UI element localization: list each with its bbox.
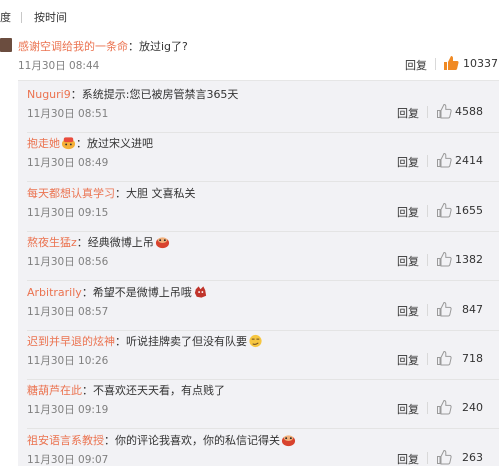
reply-item: Nuguri9：系统提示:您已被房管禁言365天 11月30日 08:51 回复 45… bbox=[18, 81, 499, 133]
reply-item: 熬夜生猛z：经典微博上吊 11月30日 08:56 回复 1382 bbox=[18, 229, 499, 282]
reply-time: 11月30日 08:49 bbox=[27, 157, 109, 170]
like-icon[interactable] bbox=[436, 202, 452, 218]
action-divider bbox=[427, 303, 428, 316]
reply-time: 11月30日 10:26 bbox=[27, 355, 109, 367]
action-divider bbox=[435, 58, 436, 70]
like-icon[interactable] bbox=[436, 152, 452, 168]
main-comment-time: 11月30日 08:44 bbox=[18, 60, 100, 72]
reply-username[interactable]: Arbitrarily bbox=[27, 286, 82, 299]
action-divider bbox=[427, 402, 428, 415]
reply-line: 祖安语言系教授：你的评论我喜欢，你的私信记得关 bbox=[27, 432, 296, 448]
main-reply-button[interactable]: 回复 bbox=[405, 57, 427, 73]
sort-bar: 度 按时间 bbox=[0, 8, 67, 26]
reply-time: 11月30日 08:56 bbox=[27, 256, 109, 269]
reply-username[interactable]: 抱走她 bbox=[27, 137, 60, 150]
action-divider bbox=[427, 106, 428, 118]
action-divider bbox=[427, 353, 428, 365]
reply-line: Nuguri9：系统提示:您已被房管禁言365天 bbox=[27, 86, 238, 102]
action-divider bbox=[427, 451, 428, 464]
reply-username[interactable]: 熬夜生猛z bbox=[27, 236, 77, 249]
reply-like-count: 240 bbox=[462, 401, 483, 415]
avatar[interactable] bbox=[0, 38, 12, 52]
reply-item: 祖安语言系教授：你的评论我喜欢，你的私信记得关 11月30日 09:07 回复 263 bbox=[18, 427, 499, 466]
reply-button[interactable]: 回复 bbox=[397, 401, 419, 417]
reply-like-count: 263 bbox=[462, 450, 483, 464]
doge-red-icon bbox=[281, 435, 296, 446]
reply-text: ：听说挂牌卖了但没有队要 bbox=[115, 335, 247, 348]
like-icon[interactable] bbox=[436, 350, 452, 366]
reply-line: 迟到并早退的炫神：听说挂牌卖了但没有队要 bbox=[27, 333, 263, 349]
reply-button[interactable]: 回复 bbox=[397, 253, 419, 269]
reply-button[interactable]: 回复 bbox=[397, 154, 419, 170]
reply-username[interactable]: 迟到并早退的炫神 bbox=[27, 335, 115, 348]
reply-like-count: 847 bbox=[462, 302, 483, 316]
reply-item: 每天都想认真学习：大胆 文喜私关 11月30日 09:15 回复 1655 bbox=[18, 180, 499, 232]
sort-by-time-tab[interactable]: 按时间 bbox=[34, 9, 67, 25]
reply-item: 糖葫芦在此：不喜欢还天天看，有点贱了 11月30日 09:19 回复 240 bbox=[18, 377, 499, 430]
reply-like-count: 1655 bbox=[455, 203, 483, 217]
reply-username[interactable]: 每天都想认真学习 bbox=[27, 187, 115, 200]
reply-item: 迟到并早退的炫神：听说挂牌卖了但没有队要 11月30日 10:26 回复 718 bbox=[18, 328, 499, 380]
reply-button[interactable]: 回复 bbox=[397, 204, 419, 220]
smirk-icon bbox=[249, 334, 262, 348]
reply-time: 11月30日 08:57 bbox=[27, 305, 109, 318]
reply-line: 每天都想认真学习：大胆 文喜私关 bbox=[27, 185, 196, 201]
reply-time: 11月30日 09:19 bbox=[27, 404, 109, 417]
action-divider bbox=[427, 204, 428, 217]
reply-text: ：你的评论我喜欢，你的私信记得关 bbox=[104, 433, 280, 447]
reply-text: ：希望不是微博上吊哦 bbox=[81, 285, 192, 299]
reply-username[interactable]: 祖安语言系教授 bbox=[27, 434, 104, 447]
like-icon[interactable] bbox=[436, 103, 452, 119]
reply-time: 11月30日 09:15 bbox=[27, 206, 109, 219]
action-divider bbox=[427, 155, 428, 168]
like-icon[interactable] bbox=[436, 301, 452, 317]
reply-time: 11月30日 08:51 bbox=[27, 108, 109, 120]
reply-button[interactable]: 回复 bbox=[397, 105, 419, 121]
action-divider bbox=[427, 254, 428, 267]
reply-button[interactable]: 回复 bbox=[397, 303, 419, 319]
reply-like-count: 718 bbox=[462, 352, 483, 365]
badge-icon bbox=[61, 137, 76, 150]
reply-button[interactable]: 回复 bbox=[397, 451, 419, 466]
reply-text: ：经典微博上吊 bbox=[76, 236, 154, 250]
reply-line: 熬夜生猛z：经典微博上吊 bbox=[27, 234, 170, 250]
reply-line: Arbitrarily：希望不是微博上吊哦 bbox=[27, 284, 208, 300]
reply-text: ：系统提示:您已被房管禁言365天 bbox=[70, 88, 239, 101]
main-comment-username[interactable]: 感谢空调给我的一条命 bbox=[18, 40, 128, 53]
reply-like-count: 4588 bbox=[455, 105, 483, 118]
reply-text: ：不喜欢还天天看，有点贱了 bbox=[82, 384, 225, 398]
like-icon[interactable] bbox=[436, 251, 452, 267]
reply-item: Arbitrarily：希望不是微博上吊哦 11月30日 08:57 回复 847 bbox=[18, 279, 499, 331]
reply-button[interactable]: 回复 bbox=[397, 352, 419, 368]
like-icon[interactable] bbox=[436, 449, 452, 465]
reply-text: ：大胆 文喜私关 bbox=[115, 186, 196, 200]
reply-item: 抱走她 ：放过宋义进吧 11月30日 08:49 回复 2414 bbox=[18, 130, 499, 183]
doge-red-icon bbox=[155, 237, 169, 249]
like-icon[interactable] bbox=[436, 399, 452, 415]
monster-icon bbox=[194, 285, 206, 298]
sort-by-heat-tab[interactable]: 度 bbox=[0, 9, 11, 25]
reply-username[interactable]: 糖葫芦在此 bbox=[27, 384, 82, 397]
reply-like-count: 1382 bbox=[455, 253, 483, 267]
main-comment-line: 感谢空调给我的一条命：放过ig了? bbox=[18, 38, 188, 54]
reply-line: 糖葫芦在此：不喜欢还天天看，有点贱了 bbox=[27, 382, 225, 398]
reply-like-count: 2414 bbox=[455, 154, 483, 168]
reply-text: ：放过宋义进吧 bbox=[76, 137, 153, 151]
main-comment-text: ：放过ig了? bbox=[128, 40, 188, 53]
sort-divider bbox=[21, 11, 22, 23]
reply-line: 抱走她 ：放过宋义进吧 bbox=[27, 135, 153, 151]
reply-username[interactable]: Nuguri9 bbox=[27, 88, 71, 101]
like-filled-icon[interactable] bbox=[443, 55, 459, 71]
main-like-count: 10337 bbox=[463, 57, 498, 70]
reply-time: 11月30日 09:07 bbox=[27, 453, 109, 466]
